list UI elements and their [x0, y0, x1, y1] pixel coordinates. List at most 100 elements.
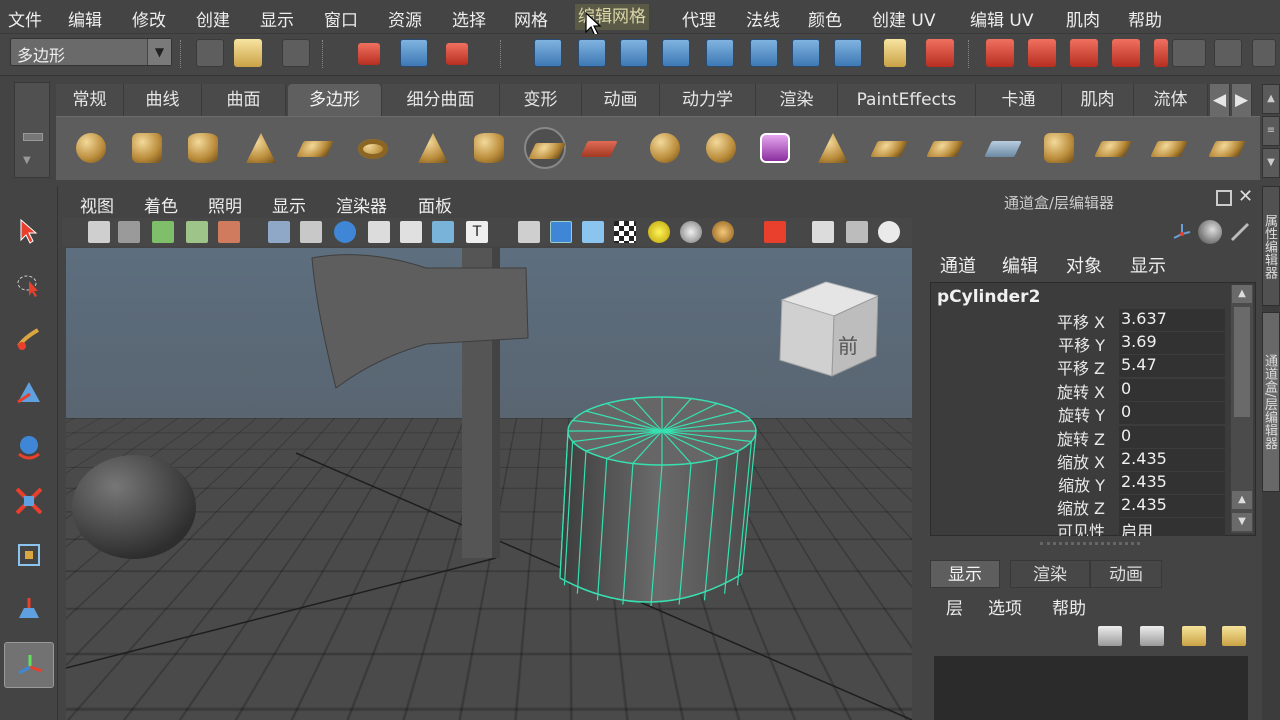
attr-value[interactable]: 0: [1119, 426, 1225, 448]
axis-icon[interactable]: [1172, 220, 1192, 240]
tab-curves[interactable]: 曲线: [124, 84, 202, 116]
shaded-cube-icon[interactable]: [550, 221, 572, 243]
viewport-menu-view[interactable]: 视图: [80, 192, 114, 217]
axe-object[interactable]: [311, 248, 529, 558]
tab-animation[interactable]: 动画: [582, 84, 660, 116]
menu-select[interactable]: 选择: [452, 6, 486, 31]
poly-cone-icon[interactable]: [240, 127, 282, 169]
3d-viewport[interactable]: 前: [66, 248, 912, 720]
bridge-icon[interactable]: [868, 127, 910, 169]
viewport-menu-panels[interactable]: 面板: [418, 192, 452, 217]
select-by-render-icon[interactable]: [792, 39, 820, 67]
smooth-shading-icon[interactable]: [368, 221, 390, 243]
chevron-down-icon[interactable]: ▼: [1232, 513, 1252, 531]
checker-icon[interactable]: [614, 221, 636, 243]
channel-menu-edit[interactable]: 编辑: [1002, 252, 1038, 278]
attr-row-scale-z[interactable]: 缩放 Z 2.435: [931, 495, 1225, 518]
chevron-up-icon[interactable]: ▲: [1232, 491, 1252, 509]
menu-muscle[interactable]: 肌肉: [1066, 6, 1100, 31]
snap-to-grid-icon[interactable]: [986, 39, 1014, 67]
select-by-curve-icon[interactable]: [620, 39, 648, 67]
universal-manipulator-tool[interactable]: [4, 532, 54, 578]
viewport-menu-lighting[interactable]: 照明: [208, 192, 242, 217]
tab-subdiv[interactable]: 细分曲面: [382, 84, 500, 116]
menu-normals[interactable]: 法线: [746, 6, 780, 31]
select-by-surface-icon[interactable]: [662, 39, 690, 67]
menu-color[interactable]: 颜色: [808, 6, 842, 31]
snap-to-point-icon[interactable]: [1070, 39, 1098, 67]
layer-menu-options[interactable]: 选项: [988, 594, 1022, 619]
poly-plane-icon[interactable]: [294, 127, 336, 169]
four-view-icon[interactable]: [846, 221, 868, 243]
channel-menu-object[interactable]: 对象: [1066, 252, 1102, 278]
planar-mapping-icon[interactable]: [1148, 127, 1190, 169]
attr-value[interactable]: 2.435: [1119, 495, 1225, 517]
wire-cube-icon[interactable]: [518, 221, 540, 243]
chevron-up-icon[interactable]: ▲: [1262, 84, 1280, 114]
attr-row-translate-y[interactable]: 平移 Y 3.69: [931, 332, 1225, 355]
layer-menu-layers[interactable]: 层: [946, 594, 963, 619]
attr-row-scale-y[interactable]: 缩放 Y 2.435: [931, 472, 1225, 495]
toggle-channel-box-icon[interactable]: [1198, 220, 1222, 244]
new-layer-from-selection-icon[interactable]: [1140, 626, 1164, 646]
tab-painteffects[interactable]: PaintEffects: [838, 84, 976, 116]
tab-dynamics[interactable]: 动力学: [660, 84, 756, 116]
menu-help[interactable]: 帮助: [1128, 6, 1162, 31]
menu-display[interactable]: 显示: [260, 6, 294, 31]
ipr-render-icon[interactable]: [1252, 39, 1276, 67]
lasso-tool[interactable]: [4, 262, 54, 308]
menu-create[interactable]: 创建: [196, 6, 230, 31]
select-by-dynamics-icon[interactable]: [750, 39, 778, 67]
scale-tool[interactable]: [4, 478, 54, 524]
chevron-down-icon[interactable]: ▼: [1262, 148, 1280, 178]
smooth-icon[interactable]: [754, 127, 796, 169]
sphere-object[interactable]: [72, 455, 196, 559]
tab-animation-layers[interactable]: 动画: [1090, 560, 1162, 588]
channel-menu-show[interactable]: 显示: [1130, 252, 1166, 278]
boolean-icon[interactable]: [700, 127, 742, 169]
snap-to-curve-icon[interactable]: [1028, 39, 1056, 67]
tab-toon[interactable]: 卡通: [976, 84, 1062, 116]
viewport-menu-renderer[interactable]: 渲染器: [336, 192, 387, 217]
object-name[interactable]: pCylinder2: [937, 287, 1040, 307]
select-hierarchy-icon[interactable]: [358, 43, 380, 65]
textured-cube-icon[interactable]: [582, 221, 604, 243]
attr-value[interactable]: 启用: [1119, 518, 1225, 536]
tab-display-layers[interactable]: 显示: [930, 560, 1000, 588]
bookmark-icon[interactable]: [152, 221, 174, 243]
tab-fluids[interactable]: 流体: [1134, 84, 1208, 116]
attr-row-translate-z[interactable]: 平移 Z 5.47: [931, 355, 1225, 378]
split-polygon-icon[interactable]: [982, 127, 1024, 169]
poly-sphere-icon[interactable]: [70, 127, 112, 169]
attr-row-rotate-y[interactable]: 旋转 Y 0: [931, 402, 1225, 425]
poly-torus-icon[interactable]: [352, 127, 394, 169]
show-manipulator-tool[interactable]: [4, 642, 54, 688]
paint-select-tool[interactable]: [4, 316, 54, 362]
menu-edit[interactable]: 编辑: [68, 6, 102, 31]
soft-modification-tool[interactable]: [4, 586, 54, 632]
tab-deformation[interactable]: 变形: [500, 84, 582, 116]
chevron-up-icon[interactable]: ▲: [1232, 285, 1252, 303]
pane-splitter[interactable]: [1040, 542, 1140, 550]
history-icon[interactable]: [1172, 39, 1206, 67]
highlight-selection-icon[interactable]: [926, 39, 954, 67]
attr-value[interactable]: 5.47: [1119, 355, 1225, 377]
attr-value[interactable]: 2.435: [1119, 449, 1225, 471]
attr-row-visibility[interactable]: 可见性 启用: [931, 518, 1225, 536]
menu-set-selector[interactable]: 多边形 ▼: [10, 38, 172, 66]
close-icon[interactable]: ✕: [1238, 186, 1253, 207]
select-object-icon[interactable]: [400, 39, 428, 67]
tab-muscle[interactable]: 肌肉: [1062, 84, 1134, 116]
menu-mesh[interactable]: 网格: [514, 6, 548, 31]
tab-polygons[interactable]: 多边形: [288, 84, 382, 116]
move-tool[interactable]: [4, 370, 54, 416]
move-down-layer-icon[interactable]: [1222, 626, 1246, 646]
attr-value[interactable]: 0: [1119, 379, 1225, 401]
scroll-thumb[interactable]: [1234, 307, 1250, 417]
menu-proxy[interactable]: 代理: [682, 6, 716, 31]
attr-row-translate-x[interactable]: 平移 X 3.637: [931, 309, 1225, 332]
poly-pyramid-icon[interactable]: [412, 127, 454, 169]
select-by-deformation-icon[interactable]: [706, 39, 734, 67]
share-icon[interactable]: [878, 221, 900, 243]
channel-menu-channels[interactable]: 通道: [940, 252, 976, 278]
